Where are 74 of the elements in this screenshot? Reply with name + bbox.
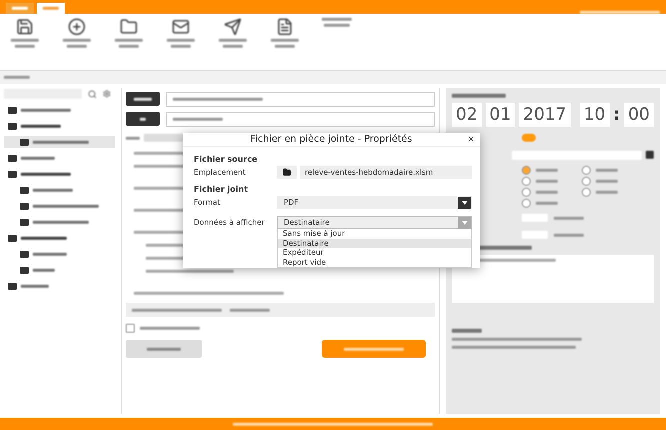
ribbon-label: [271, 39, 299, 42]
section-title: [452, 94, 506, 98]
caret-icon: [462, 220, 468, 224]
tree-label: [33, 220, 89, 224]
sender-field[interactable]: [166, 92, 435, 106]
tree-label: [21, 284, 49, 288]
tree-label: [21, 172, 71, 176]
folder-icon: [282, 168, 292, 177]
ribbon-label: [275, 45, 295, 48]
ribbon-icon[interactable]: [16, 18, 34, 36]
description-field[interactable]: [452, 255, 654, 303]
ribbon-label: [11, 39, 39, 42]
ribbon-label: [171, 45, 191, 48]
browse-button[interactable]: [277, 166, 297, 179]
close-button[interactable]: ×: [467, 136, 475, 145]
time-separator: :: [614, 105, 620, 125]
ribbon-icon[interactable]: [224, 18, 242, 36]
tree-label: [21, 236, 67, 240]
sender-button[interactable]: [126, 92, 160, 106]
tree-label: [21, 124, 61, 128]
section-heading: Fichier joint: [194, 185, 248, 194]
attachment-type: [230, 308, 270, 312]
ribbon-label: [67, 45, 87, 48]
tree-label: [33, 204, 99, 208]
dialog-title: Fichier en pièce jointe - Propriétés: [250, 134, 412, 145]
radio-button[interactable]: [582, 188, 591, 196]
tree-label: [33, 252, 67, 256]
radio-button[interactable]: [582, 176, 591, 186]
ribbon-icon[interactable]: [68, 18, 86, 36]
date-field[interactable]: 02: [452, 103, 482, 127]
checkbox[interactable]: [126, 324, 136, 332]
radio-button[interactable]: [522, 176, 531, 186]
tree-label: [21, 108, 71, 112]
radio-button[interactable]: [522, 188, 531, 196]
ribbon-icon[interactable]: [276, 18, 294, 36]
user-menu[interactable]: [580, 11, 660, 14]
ribbon-label: [322, 18, 352, 21]
settings-icon[interactable]: [103, 90, 111, 98]
tree-label: [21, 156, 55, 160]
ribbon-label: [15, 45, 35, 48]
ribbon-label: [219, 39, 247, 42]
secondary-button[interactable]: [126, 340, 202, 358]
caret-icon: [462, 200, 468, 204]
minute-field[interactable]: 00: [624, 103, 654, 127]
ribbon-tab[interactable]: [6, 2, 34, 14]
tree-label: [33, 188, 73, 192]
ribbon-label: [63, 39, 91, 42]
ribbon-label: [324, 24, 350, 27]
ribbon-label: [167, 39, 195, 42]
tree-label: [33, 268, 55, 272]
radio-button[interactable]: [522, 166, 531, 174]
checkbox-label: [140, 326, 200, 330]
search-icon[interactable]: [88, 90, 97, 98]
date-field[interactable]: 2017: [519, 103, 571, 127]
ribbon-icon[interactable]: [120, 18, 138, 36]
ribbon-label: [223, 45, 243, 48]
section-title: [452, 329, 482, 333]
date-field[interactable]: 01: [486, 103, 516, 127]
toggle[interactable]: [522, 134, 536, 142]
recipient-button[interactable]: [126, 112, 160, 126]
tree-item-selected[interactable]: [4, 136, 116, 148]
section-heading: Fichier source: [194, 155, 258, 164]
hour-field[interactable]: 10: [580, 103, 610, 127]
radio-button[interactable]: [582, 166, 591, 174]
dropdown-button[interactable]: [646, 151, 654, 159]
ribbon-icon[interactable]: [172, 18, 190, 36]
ribbon-label: [119, 45, 139, 48]
recipient-field[interactable]: [166, 112, 435, 126]
ribbon-tab[interactable]: [37, 2, 65, 14]
radio-button[interactable]: [522, 198, 531, 208]
tree-label: [33, 140, 89, 144]
ribbon-label: [115, 39, 143, 42]
subject-label: [126, 136, 140, 140]
primary-button[interactable]: [322, 340, 426, 358]
